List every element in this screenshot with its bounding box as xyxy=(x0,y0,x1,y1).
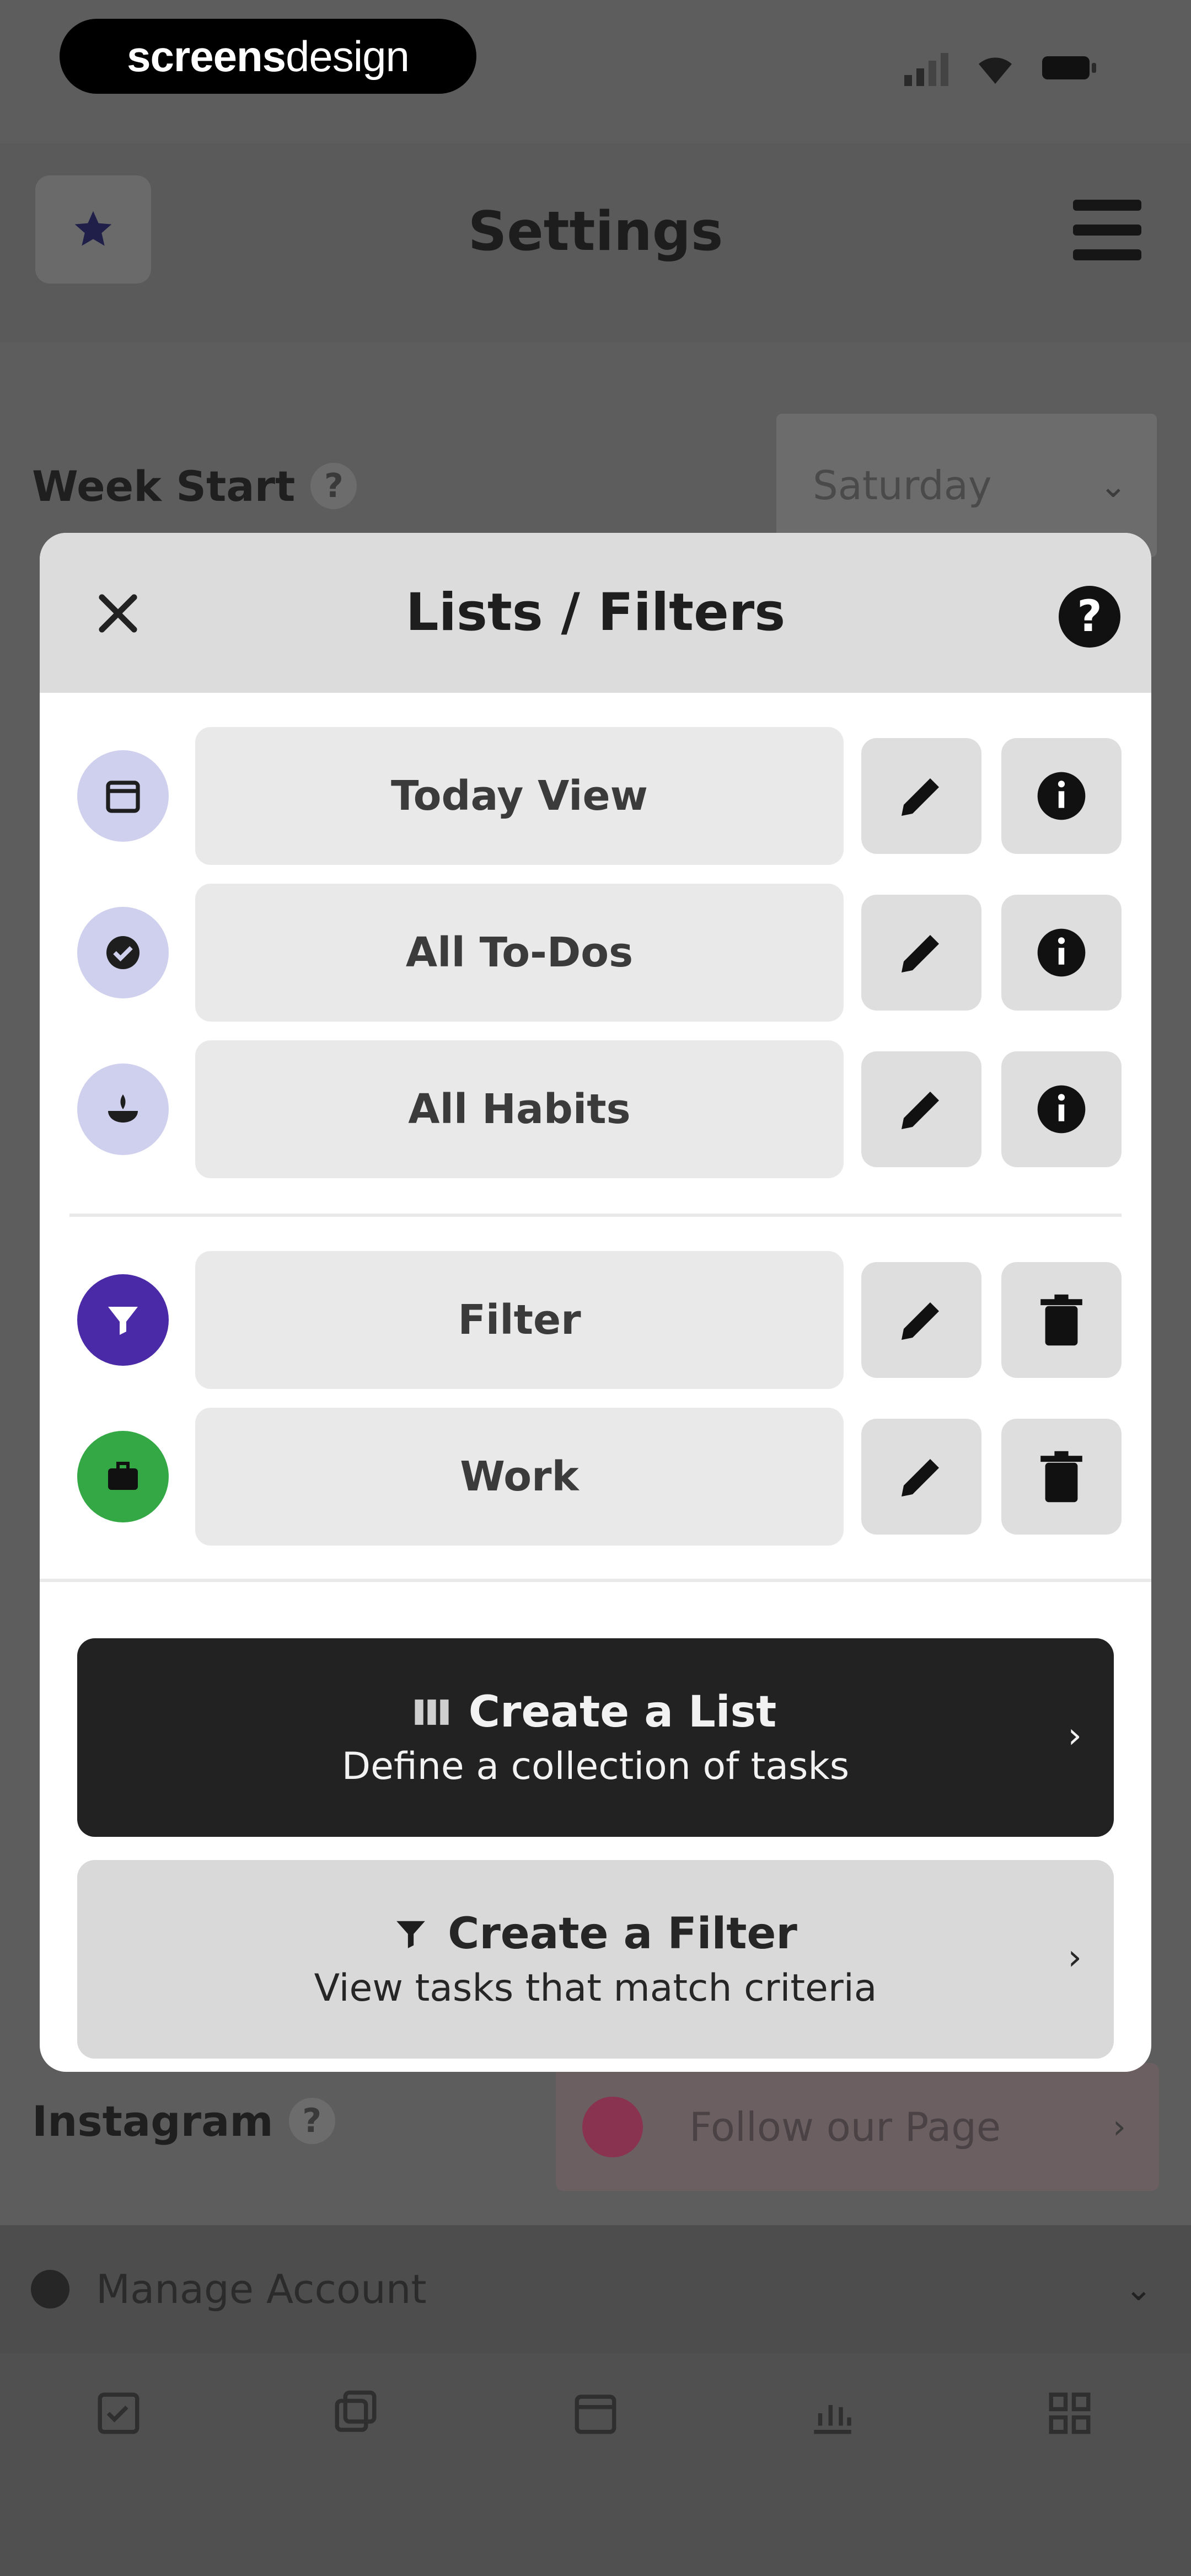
list-name-button[interactable]: All To-Dos xyxy=(195,884,844,1022)
chevron-down-icon: ⌄ xyxy=(1099,467,1127,505)
list-item: Today View xyxy=(40,727,1151,865)
info-button[interactable] xyxy=(1001,895,1122,1011)
instagram-icon xyxy=(582,2097,643,2157)
signal-icon xyxy=(904,53,948,86)
list-icon xyxy=(415,1699,449,1725)
manage-account-label: Manage Account xyxy=(96,2266,427,2312)
user-icon xyxy=(31,2270,69,2308)
edit-button[interactable] xyxy=(861,895,981,1011)
calendar-icon xyxy=(77,750,169,842)
filter-icon xyxy=(77,1274,169,1366)
hamburger-menu-icon[interactable] xyxy=(1073,200,1141,260)
divider xyxy=(69,1214,1122,1217)
trash-icon xyxy=(1040,1451,1082,1503)
pencil-icon xyxy=(902,778,939,816)
wifi-icon xyxy=(979,57,1012,84)
tab-todo-icon[interactable] xyxy=(94,2388,143,2438)
edit-button[interactable] xyxy=(861,1419,981,1535)
create-list-subtitle: Define a collection of tasks xyxy=(341,1744,850,1788)
create-filter-subtitle: View tasks that match criteria xyxy=(314,1966,877,2010)
tab-bar xyxy=(0,2353,1191,2576)
lists-filters-modal: Lists / Filters ? Today View All To-Dos … xyxy=(40,533,1151,2072)
pencil-icon xyxy=(902,1302,939,1340)
check-circle-icon xyxy=(77,907,169,998)
list-item: Work xyxy=(40,1408,1151,1546)
edit-button[interactable] xyxy=(861,1051,981,1167)
create-list-title: Create a List xyxy=(468,1687,777,1737)
logo-light-text: design xyxy=(286,31,410,81)
help-icon[interactable]: ? xyxy=(1059,586,1120,648)
pencil-icon xyxy=(902,1092,939,1129)
week-start-value: Saturday xyxy=(813,462,992,509)
trash-icon xyxy=(1040,1294,1082,1346)
chevron-right-icon: › xyxy=(1067,1715,1082,1756)
list-item: All Habits xyxy=(40,1040,1151,1178)
chevron-right-icon: › xyxy=(1067,1937,1082,1978)
edit-button[interactable] xyxy=(861,1262,981,1378)
tab-settings-icon[interactable] xyxy=(1045,2388,1095,2438)
list-name-button[interactable]: All Habits xyxy=(195,1040,844,1178)
follow-button-label: Follow our Page xyxy=(689,2104,1001,2150)
battery-icon xyxy=(1042,56,1096,79)
instagram-label: Instagram ? xyxy=(32,2091,335,2151)
create-filter-title: Create a Filter xyxy=(448,1909,797,1959)
info-button[interactable] xyxy=(1001,1051,1122,1167)
list-name-button[interactable]: Today View xyxy=(195,727,844,865)
pencil-icon xyxy=(902,935,939,972)
edit-button[interactable] xyxy=(861,738,981,854)
list-item: Filter xyxy=(40,1251,1151,1389)
instagram-text: Instagram xyxy=(32,2096,273,2146)
tab-habits-icon[interactable] xyxy=(331,2388,380,2438)
create-filter-button[interactable]: Create a Filter View tasks that match cr… xyxy=(77,1860,1114,2059)
pencil-icon xyxy=(902,1459,939,1497)
info-icon xyxy=(1037,772,1086,820)
help-icon[interactable]: ? xyxy=(288,2098,335,2144)
delete-button[interactable] xyxy=(1001,1419,1122,1535)
manage-account-row[interactable]: Manage Account ⌄ xyxy=(0,2225,1191,2353)
list-name-button[interactable]: Filter xyxy=(195,1251,844,1389)
week-start-label: Week Start ? xyxy=(32,456,357,516)
info-button[interactable] xyxy=(1001,738,1122,854)
tab-calendar-icon[interactable] xyxy=(571,2388,620,2438)
logo-bold-text: screens xyxy=(127,31,286,81)
delete-button[interactable] xyxy=(1001,1262,1122,1378)
chevron-down-icon: ⌄ xyxy=(1124,2270,1152,2308)
follow-instagram-button[interactable]: Follow our Page › xyxy=(556,2063,1159,2191)
info-icon xyxy=(1037,1085,1086,1134)
create-list-button[interactable]: Create a List Define a collection of tas… xyxy=(77,1638,1114,1837)
divider xyxy=(40,1579,1151,1582)
chevron-right-icon: › xyxy=(1113,2108,1126,2146)
modal-title: Lists / Filters xyxy=(405,582,786,643)
info-icon xyxy=(1037,928,1086,977)
habit-icon xyxy=(77,1063,169,1155)
briefcase-icon xyxy=(77,1431,169,1522)
tab-stats-icon[interactable] xyxy=(808,2388,857,2438)
week-start-text: Week Start xyxy=(32,461,296,511)
page-title: Settings xyxy=(468,200,723,263)
help-icon[interactable]: ? xyxy=(310,463,357,509)
list-name-button[interactable]: Work xyxy=(195,1408,844,1546)
screensdesign-logo: screens design xyxy=(60,19,476,94)
list-item: All To-Dos xyxy=(40,884,1151,1022)
filter-icon xyxy=(396,1921,425,1948)
